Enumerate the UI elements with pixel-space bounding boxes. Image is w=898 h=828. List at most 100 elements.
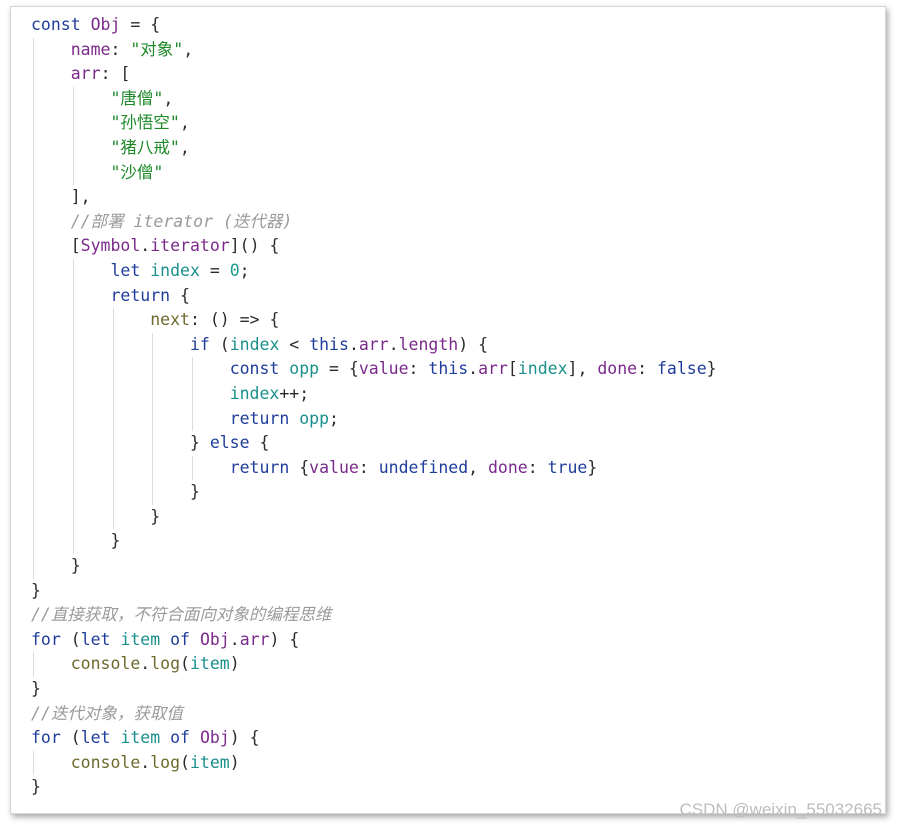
indent-guide [33,37,34,63]
code-token: ( [60,629,81,649]
code-token: } [31,482,200,502]
indent-guide [33,455,34,481]
indent-guide [152,431,154,456]
code-token: let [110,260,151,280]
indent-guide [112,406,114,432]
code-line: for (let item of Obj) { [31,726,717,751]
code-token: done [597,359,638,379]
indent-guide [192,357,194,382]
code-token: else [209,433,250,453]
code-token: index [150,260,200,280]
indent-guide [33,185,34,210]
code-token: ) [229,752,240,772]
indent-guide [33,283,34,309]
code-line: console.log(item) [31,652,717,678]
indent-guide [152,332,154,358]
indent-guide [192,381,194,407]
code-token: : [527,457,548,477]
code-token: } [31,777,41,797]
code-token: name [70,39,111,59]
code-token: return [229,457,290,477]
code-token: . [140,236,151,256]
code-token: { [289,457,310,477]
code-token: ) { [269,629,300,649]
indent-guide [112,332,114,358]
indent-guide [192,406,194,432]
code-token: [ [507,359,518,379]
indent-guide [33,750,34,776]
code-line: const opp = {value: this.arr[index], don… [31,357,717,382]
code-token: console [70,654,141,674]
code-token: [ [31,236,81,256]
indent-guide [33,209,34,235]
code-token: const [229,359,290,379]
code-token: , [183,39,194,59]
indent-guide [72,406,74,432]
code-token: : [637,359,657,379]
indent-guide [72,480,74,505]
indent-guide [33,357,34,382]
code-token: arr [358,334,389,354]
code-token: . [140,752,151,772]
indent-guide [33,529,34,555]
code-token: : () => { [189,310,280,330]
code-token: { [249,433,270,453]
indent-guide [72,504,74,530]
code-token: const [31,15,91,34]
code-line: next: () => { [31,308,717,333]
code-token: let [80,629,121,649]
indent-guide [112,455,114,481]
indent-guide [33,652,34,678]
indent-guide [72,431,74,456]
code-token: for [31,728,61,748]
code-token: , [163,88,174,108]
code-token: this [309,334,349,354]
code-token: log [150,654,181,674]
code-token: ( [60,728,81,748]
code-token: "沙僧" [110,162,164,182]
code-token: this [428,359,469,379]
code-token: , [179,113,190,133]
code-token: , [468,457,488,477]
code-block: const Obj = { name: "对象", arr: [ "唐僧", "… [31,13,717,800]
indent-guide [72,160,74,186]
code-token: of [170,629,190,649]
indent-guide [72,332,74,358]
code-token: ) { [229,728,260,748]
code-token: Symbol [80,236,141,256]
code-token: value [309,457,359,477]
code-line: } [31,579,717,604]
code-line: ], [31,185,717,210]
code-token: opp [299,408,330,428]
code-token: index [229,334,280,354]
code-token: ; [329,408,339,428]
indent-guide [72,283,74,309]
code-line: for (let item of Obj.arr) { [31,628,717,653]
indent-guide [112,431,114,456]
code-token: let [80,728,121,748]
code-line: } [31,554,717,579]
indent-guide [33,160,34,186]
code-line: //迭代对象，获取值 [31,702,717,727]
code-token: . [468,359,479,379]
code-token: arr [70,64,101,84]
code-token: = [199,260,230,280]
code-token: } [31,556,81,576]
code-token: "猪八戒" [110,137,180,157]
code-token: //部署 iterator (迭代器) [70,211,293,231]
code-line: "孙悟空", [31,111,717,136]
indent-guide [192,455,194,481]
code-token: item [189,752,230,772]
code-token: } [31,679,41,699]
code-token: length [398,334,459,354]
